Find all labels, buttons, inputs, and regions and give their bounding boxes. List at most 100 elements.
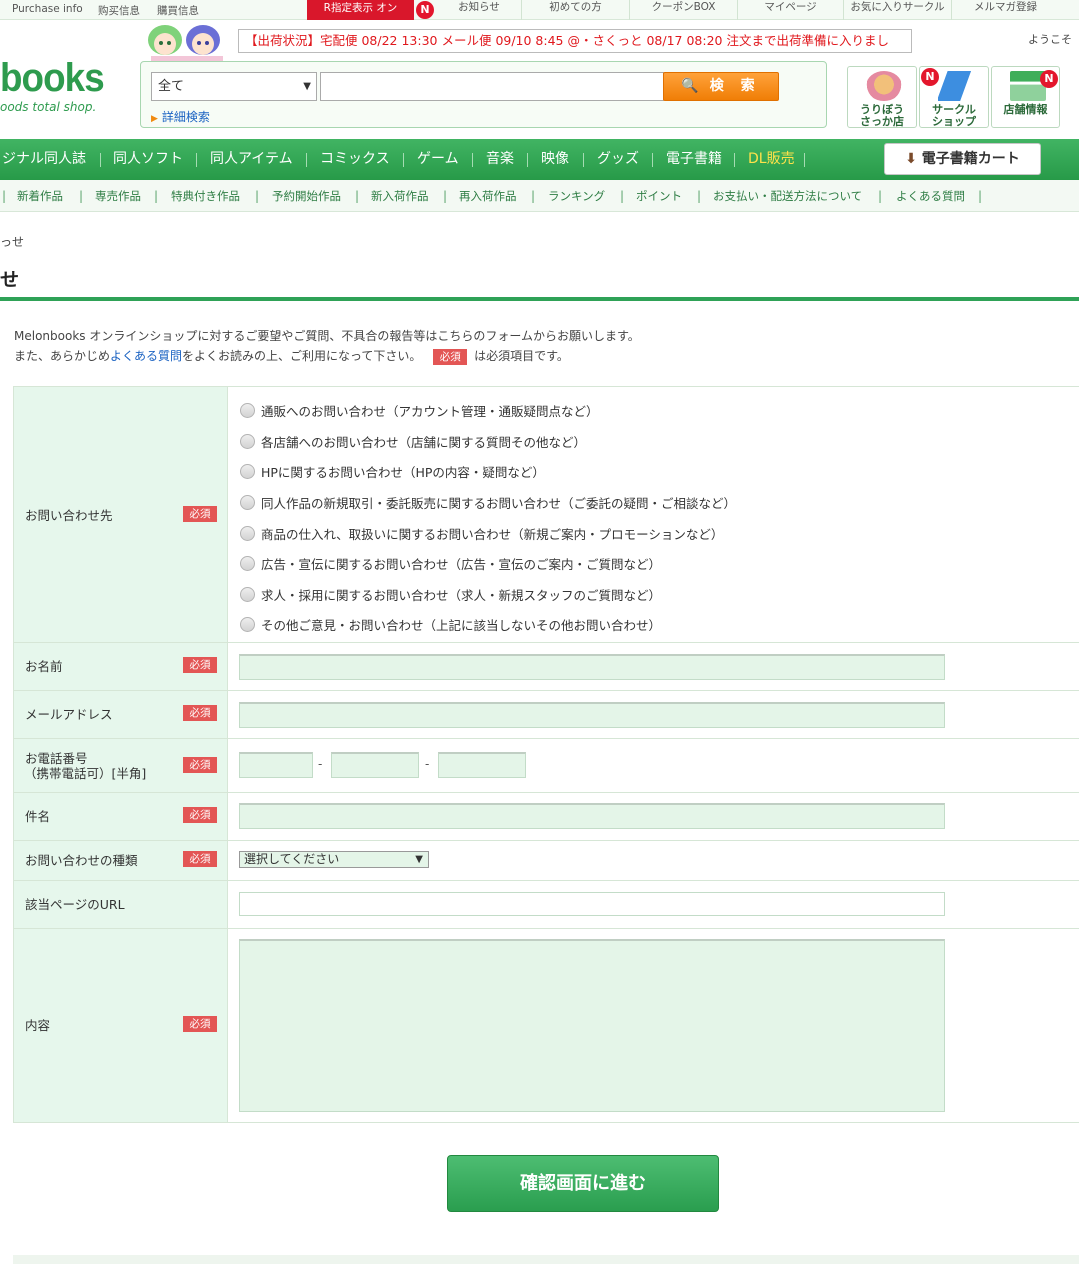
form-label-cell: お問い合わせ先 必須 [13, 387, 228, 642]
search-button-label: 検 索 [709, 78, 761, 94]
contact-option-mail-order[interactable]: 通販へのお問い合わせ（アカウント管理・通販疑問点など） [240, 401, 599, 420]
title-divider [0, 297, 1079, 301]
subject-label: 件名 [25, 809, 51, 824]
inquiry-type-value: 選択してください [244, 852, 340, 866]
shipping-status-ticker: 【出荷状況】宅配便 08/22 13:30 メール便 09/10 8:45 @・… [238, 29, 912, 53]
inquiry-type-select[interactable]: 選択してください ▼ [239, 851, 429, 868]
confirm-button[interactable]: 確認画面に進む [447, 1155, 719, 1212]
subnav-bonus-items[interactable]: 特典付き作品 [171, 188, 240, 204]
topnav-favorite-circles[interactable]: お気に入りサークル [843, 0, 951, 20]
radio-button[interactable] [240, 434, 255, 449]
nav-music[interactable]: 音楽 [486, 139, 514, 180]
content-textarea[interactable] [239, 939, 945, 1112]
radio-button[interactable] [240, 464, 255, 479]
phone-separator: - [318, 757, 323, 771]
contact-option-recruiting[interactable]: 求人・採用に関するお問い合わせ（求人・新規スタッフのご質問など） [240, 585, 661, 604]
topnav-mail-magazine[interactable]: メルマガ登録 [951, 0, 1059, 20]
site-logo[interactable]: books [0, 56, 105, 100]
topnav-first-time[interactable]: 初めての方 [521, 0, 629, 20]
new-badge: N [1040, 70, 1058, 88]
content-label: 内容 [25, 1018, 51, 1033]
subnav-restocked[interactable]: 再入荷作品 [459, 188, 517, 204]
radio-button[interactable] [240, 403, 255, 418]
sub-nav: | 新着作品 | 専売作品 | 特典付き作品 | 予約開始作品 | 新入荷作品 … [0, 180, 1079, 212]
uribou-shop-icon-link[interactable]: うりぼう さっか店 [847, 66, 917, 128]
form-label-cell: お問い合わせの種類 必須 [13, 841, 228, 880]
url-field[interactable] [239, 892, 945, 916]
phone-field-3[interactable] [438, 752, 526, 778]
radio-button[interactable] [240, 556, 255, 571]
inquiry-type-label: お問い合わせの種類 [25, 853, 138, 868]
subnav-payment-shipping[interactable]: お支払い・配送方法について [713, 188, 862, 204]
contact-option-advertising[interactable]: 広告・宣伝に関するお問い合わせ（広告・宣伝のご案内・ご質問など） [240, 554, 661, 573]
radio-label: 商品の仕入れ、取扱いに関するお問い合わせ（新規ご案内・プロモーションなど） [261, 527, 724, 542]
phone-label-note: （携帯電話可）[半角] [24, 766, 147, 781]
phone-field-2[interactable] [331, 752, 419, 778]
url-label: 該当ページのURL [25, 897, 125, 912]
nav-ebooks[interactable]: 電子書籍 [666, 139, 722, 180]
subnav-exclusive[interactable]: 専売作品 [95, 188, 141, 204]
required-badge: 必須 [183, 757, 217, 773]
ebook-cart-button[interactable]: ⬇ 電子書籍カート [884, 143, 1041, 175]
phone-label: お電話番号 [25, 751, 88, 766]
form-row-phone: お電話番号 （携帯電話可）[半角] 必須 [13, 739, 1079, 793]
required-badge: 必須 [183, 705, 217, 721]
intro-text-line1: Melonbooks オンラインショップに対するご要望やご質問、不具合の報告等は… [14, 329, 640, 343]
r18-toggle-button[interactable]: R指定表示 オン [307, 0, 414, 20]
radio-button[interactable] [240, 495, 255, 510]
nav-doujin-software[interactable]: 同人ソフト [113, 139, 183, 180]
subnav-ranking[interactable]: ランキング [548, 188, 605, 204]
uribou-mascot-icon [866, 71, 902, 101]
nav-goods[interactable]: グッズ [597, 139, 639, 180]
search-button[interactable]: 🔍 検 索 [663, 72, 779, 101]
form-label-cell: 該当ページのURL [13, 881, 228, 928]
form-label-cell: お電話番号 （携帯電話可）[半角] 必須 [13, 739, 228, 792]
purchase-info-link[interactable]: Purchase info [12, 3, 83, 15]
required-badge: 必須 [183, 657, 217, 673]
chevron-down-icon: ▼ [303, 81, 311, 92]
subnav-preorder[interactable]: 予約開始作品 [272, 188, 341, 204]
nav-video[interactable]: 映像 [541, 139, 569, 180]
contact-option-homepage[interactable]: HPに関するお問い合わせ（HPの内容・疑問など） [240, 462, 545, 481]
search-input[interactable] [320, 72, 664, 101]
topnav-news[interactable]: お知らせ [437, 0, 521, 20]
name-field[interactable] [239, 654, 945, 680]
radio-label: 同人作品の新規取引・委託販売に関するお問い合わせ（ご委託の疑問・ご相談など） [261, 496, 737, 511]
subnav-new-arrivals[interactable]: 新着作品 [17, 188, 63, 204]
purchase-info-cn-link[interactable]: 购买信息 [98, 3, 140, 18]
nav-comics[interactable]: コミックス [320, 139, 390, 180]
radio-button[interactable] [240, 526, 255, 541]
contact-option-other[interactable]: その他ご意見・お問い合わせ（上記に該当しないその他お問い合わせ） [240, 615, 661, 634]
required-badge: 必須 [183, 1016, 217, 1032]
radio-button[interactable] [240, 587, 255, 602]
radio-label: 広告・宣伝に関するお問い合わせ（広告・宣伝のご案内・ご質問など） [261, 557, 662, 572]
subnav-newly-stocked[interactable]: 新入荷作品 [371, 188, 429, 204]
radio-button[interactable] [240, 617, 255, 632]
search-category-select[interactable]: 全て ▼ [151, 72, 317, 101]
phone-field-1[interactable] [239, 752, 313, 778]
subject-field[interactable] [239, 803, 945, 829]
contact-option-purchasing[interactable]: 商品の仕入れ、取扱いに関するお問い合わせ（新規ご案内・プロモーションなど） [240, 524, 723, 543]
search-icon: 🔍 [681, 78, 699, 94]
search-category-value: 全て [158, 79, 185, 94]
required-badge: 必須 [433, 349, 468, 365]
intro-text-prefix: また、あらかじめ [14, 349, 111, 363]
advanced-search-link[interactable]: ▶ 詳細検索 [151, 108, 210, 125]
email-field[interactable] [239, 702, 945, 728]
intro-text-line2: また、あらかじめよくある質問をよくお読みの上、ご利用になって下さい。 必須 は必… [14, 347, 569, 365]
nav-doujin-items[interactable]: 同人アイテム [210, 139, 293, 180]
purchase-info-tw-link[interactable]: 購買信息 [157, 3, 199, 18]
phone-separator: - [425, 757, 430, 771]
radio-label: 求人・採用に関するお問い合わせ（求人・新規スタッフのご質問など） [261, 588, 662, 603]
subnav-points[interactable]: ポイント [636, 188, 682, 204]
nav-games[interactable]: ゲーム [417, 139, 459, 180]
subnav-faq[interactable]: よくある質問 [896, 188, 965, 204]
download-icon: ⬇ [905, 151, 917, 167]
contact-option-consignment[interactable]: 同人作品の新規取引・委託販売に関するお問い合わせ（ご委託の疑問・ご相談など） [240, 493, 736, 512]
nav-dl-sales[interactable]: DL販売 [748, 139, 795, 180]
topnav-coupon-box[interactable]: クーポンBOX [629, 0, 737, 20]
faq-link[interactable]: よくある質問 [110, 349, 182, 363]
contact-option-stores[interactable]: 各店舗へのお問い合わせ（店舗に関する質問その他など） [240, 432, 586, 451]
nav-original-doujinshi[interactable]: ジナル同人誌 [2, 139, 86, 180]
topnav-mypage[interactable]: マイページ [737, 0, 843, 20]
